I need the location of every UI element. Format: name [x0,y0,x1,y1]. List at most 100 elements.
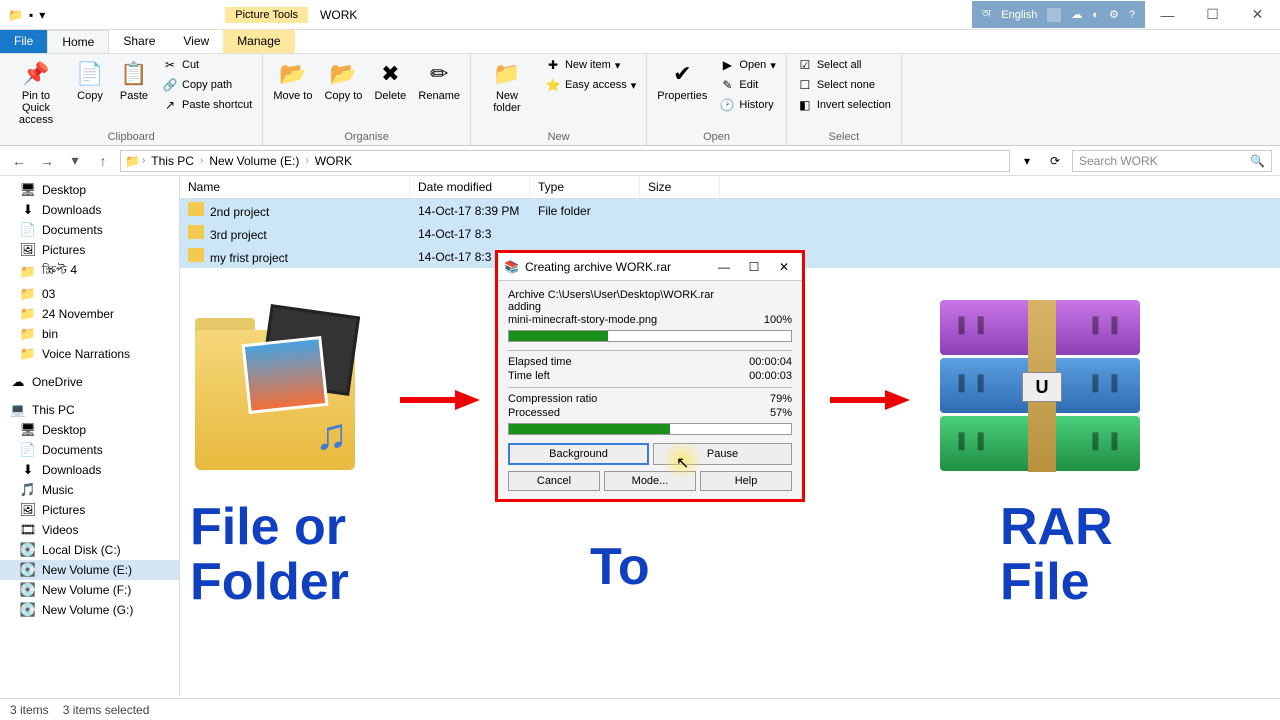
file-name: 2nd project [210,205,269,219]
invert-selection-button[interactable]: ◧Invert selection [793,96,895,114]
dialog-maximize[interactable]: ☐ [742,260,766,274]
maximize-button[interactable]: ☐ [1190,0,1235,30]
sidebar-item[interactable]: 📁03 [0,284,179,304]
qa-icon[interactable]: ▾ [39,8,45,22]
open-icon: ▶ [719,57,735,73]
copy-path-button[interactable]: 🔗Copy path [158,76,256,94]
help-button[interactable]: Help [700,471,792,491]
recent-button[interactable]: ▾ [64,150,86,172]
timeleft-label: Time left [508,370,550,382]
forward-button[interactable]: → [36,150,58,172]
tab-file[interactable]: File [0,30,47,53]
copyto-label: Copy to [324,90,362,102]
sidebar-label: স্ক্রিপ্ট 4 [42,262,77,282]
sidebar-item[interactable]: 📄Documents [0,440,179,460]
sidebar-label: New Volume (F:) [42,583,131,597]
window-controls: — ☐ ✕ [1145,0,1280,30]
crumb-thispc[interactable]: This PC [147,154,198,168]
file-type: File folder [530,201,640,221]
edit-button[interactable]: ✎Edit [715,76,779,94]
picture-tools-tab[interactable]: Picture Tools [225,7,308,23]
folder-icon: 📁 [125,154,140,168]
file-date: 14-Oct-17 8:3 [410,224,530,244]
up-button[interactable]: ↑ [92,150,114,172]
new-label: New [477,129,640,145]
sidebar-item[interactable]: 💽 New Volume (F:) [0,580,179,600]
sidebar-item[interactable]: 🎵Music [0,480,179,500]
col-name[interactable]: Name [180,176,410,198]
cancel-button[interactable]: Cancel [508,471,600,491]
search-input[interactable]: Search WORK🔍 [1072,150,1272,172]
select-none-button[interactable]: ☐Select none [793,76,895,94]
crumb-volume[interactable]: New Volume (E:) [205,154,303,168]
col-type[interactable]: Type [530,176,640,198]
pin-button[interactable]: 📌Pin to Quick access [6,56,66,128]
sidebar-item[interactable]: 📄Documents [0,220,179,240]
new-item-button[interactable]: ✚New item ▾ [541,56,640,74]
copy-button[interactable]: 📄Copy [70,56,110,104]
clipboard-label: Clipboard [6,129,256,145]
crumb-folder[interactable]: WORK [311,154,356,168]
sidebar-item[interactable]: 📁স্ক্রিপ্ট 4 [0,260,179,284]
easy-access-button[interactable]: ⭐Easy access ▾ [541,76,640,94]
selall-icon: ☑ [797,57,813,73]
copyto-button[interactable]: 📂Copy to [320,56,366,104]
pause-button[interactable]: Pause [653,443,792,465]
rename-button[interactable]: ✏Rename [414,56,464,104]
new-folder-button[interactable]: 📁New folder [477,56,537,116]
col-date[interactable]: Date modified [410,176,530,198]
select-all-button[interactable]: ☑Select all [793,56,895,74]
timeleft-value: 00:00:03 [749,370,792,382]
sidebar-thispc[interactable]: 💻This PC [0,400,179,420]
sidebar-item[interactable]: 🎞Videos [0,520,179,540]
paste-button[interactable]: 📋Paste [114,56,154,104]
move-button[interactable]: 📂Move to [269,56,316,104]
sidebar-item[interactable]: 📁24 November [0,304,179,324]
delete-button[interactable]: ✖Delete [370,56,410,104]
sidebar-item[interactable]: 📁bin [0,324,179,344]
mode-button[interactable]: Mode... [604,471,696,491]
sidebar-item[interactable]: 🖼Pictures [0,240,179,260]
sidebar-item[interactable]: 📁Voice Narrations [0,344,179,364]
sidebar-item[interactable]: ⬇Downloads [0,200,179,220]
breadcrumb[interactable]: 📁› This PC› New Volume (E:)› WORK [120,150,1010,172]
select-label: Select [793,129,895,145]
open-button[interactable]: ▶Open ▾ [715,56,779,74]
tab-manage[interactable]: Manage [223,30,294,53]
tab-share[interactable]: Share [109,30,169,53]
table-row[interactable]: 2nd project14-Oct-17 8:39 PMFile folder [180,199,1280,222]
ribbon-organise: 📂Move to 📂Copy to ✖Delete ✏Rename Organi… [263,54,471,145]
sidebar-item[interactable]: 💽New Volume (G:) [0,600,179,620]
tab-view[interactable]: View [169,30,223,53]
sidebar-item[interactable]: 🖥Desktop [0,420,179,440]
dialog-titlebar: 📚 Creating archive WORK.rar — ☐ ✕ [498,253,802,281]
drive-icon: 💽 [20,582,36,598]
folder-icon: 📁 [20,306,36,322]
refresh-button[interactable]: ⟳ [1044,154,1066,168]
drive-icon: 💽 [20,562,36,578]
sidebar-item[interactable]: 🖼Pictures [0,500,179,520]
minimize-button[interactable]: — [1145,0,1190,30]
table-row[interactable]: 3rd project14-Oct-17 8:3 [180,222,1280,245]
col-size[interactable]: Size [640,176,720,198]
background-button[interactable]: Background [508,443,649,465]
language-bar[interactable]: অ English ☁ ◐ ⚙ ? [972,1,1145,28]
properties-button[interactable]: ✔Properties [653,56,711,104]
tab-home[interactable]: Home [47,30,109,53]
sidebar-item[interactable]: 💽Local Disk (C:) [0,540,179,560]
close-button[interactable]: ✕ [1235,0,1280,30]
column-headers[interactable]: Name Date modified Type Size [180,176,1280,199]
back-button[interactable]: ← [8,150,30,172]
dialog-minimize[interactable]: — [712,260,736,274]
drive-icon: ⬇ [20,462,36,478]
sidebar-item[interactable]: ⬇Downloads [0,460,179,480]
dropdown-button[interactable]: ▾ [1016,154,1038,168]
cut-button[interactable]: ✂Cut [158,56,256,74]
dialog-close[interactable]: ✕ [772,260,796,274]
qa-icon[interactable]: ▪ [29,8,33,22]
sidebar-item[interactable]: 🖥Desktop [0,180,179,200]
history-button[interactable]: 🕑History [715,96,779,114]
sidebar-item[interactable]: 💽New Volume (E:) [0,560,179,580]
sidebar-onedrive[interactable]: ☁OneDrive [0,372,179,392]
paste-shortcut-button[interactable]: ↗Paste shortcut [158,96,256,114]
